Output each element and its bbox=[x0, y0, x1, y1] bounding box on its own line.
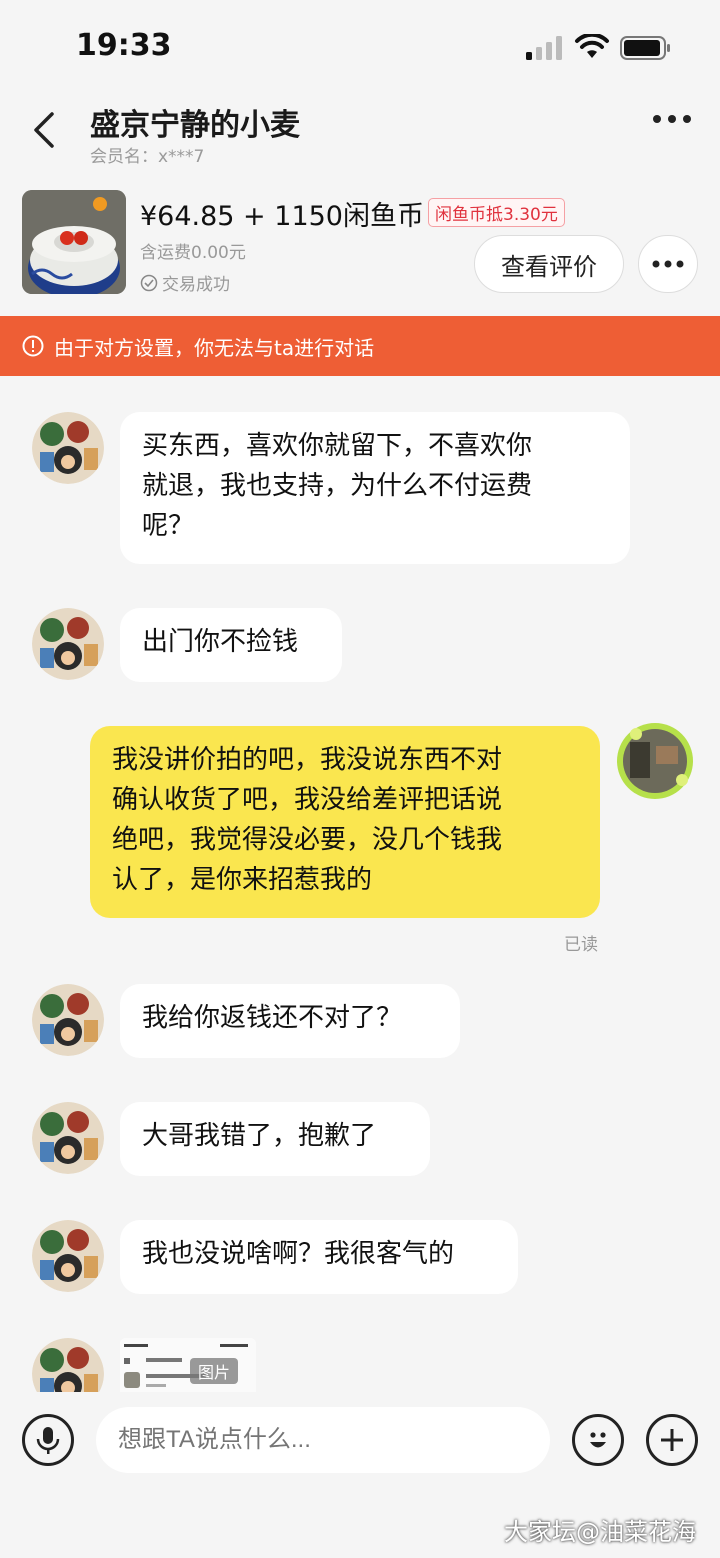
restriction-notice: 由于对方设置，你无法与ta进行对话 bbox=[0, 316, 720, 376]
message-text: 买东西，喜欢你就留下，不喜欢你 就退，我也支持，为什么不付运费 呢？ bbox=[142, 431, 533, 541]
member-id: 会员名：x***7 bbox=[90, 147, 205, 167]
message-text: 出门你不捡钱 bbox=[142, 627, 299, 657]
emoji-button[interactable] bbox=[572, 1414, 624, 1466]
message-bubble[interactable]: 我也没说啥啊？我很客气的 bbox=[120, 1220, 518, 1294]
status-time: 19:33 bbox=[76, 28, 172, 63]
wifi-icon bbox=[575, 34, 609, 58]
product-card[interactable]: ¥64.85 + 1150闲鱼币 闲鱼币抵3.30元 含运费0.00元 交易成功… bbox=[0, 180, 720, 316]
product-more-button[interactable] bbox=[638, 235, 698, 293]
image-message[interactable]: 图片 bbox=[120, 1338, 256, 1392]
message-bubble[interactable]: 大哥我错了，抱歉了 bbox=[120, 1102, 430, 1176]
contact-avatar[interactable] bbox=[32, 1338, 104, 1392]
message-text: 大哥我错了，抱歉了 bbox=[142, 1121, 377, 1151]
status-bar: 19:33 bbox=[0, 0, 720, 90]
more-dots-icon bbox=[652, 260, 684, 268]
message-text: 我也没说啥啊？我很客气的 bbox=[142, 1239, 455, 1269]
battery-icon bbox=[620, 36, 670, 60]
voice-button[interactable] bbox=[22, 1414, 74, 1466]
input-bar bbox=[0, 1392, 720, 1488]
check-circle-icon bbox=[140, 274, 158, 291]
add-button[interactable] bbox=[646, 1414, 698, 1466]
chat-header: 盛京宁静的小麦 会员名：x***7 bbox=[0, 90, 720, 180]
contact-avatar[interactable] bbox=[32, 412, 104, 484]
message-input[interactable] bbox=[96, 1407, 550, 1473]
smiley-icon bbox=[590, 1432, 606, 1448]
contact-avatar[interactable] bbox=[32, 608, 104, 680]
product-price: ¥64.85 + 1150闲鱼币 bbox=[140, 201, 424, 232]
message-text: 我没讲价拍的吧，我没说东西不对 确认收货了吧，我没给差评把话说 绝吧，我觉得没必… bbox=[112, 745, 503, 895]
message-bubble[interactable]: 买东西，喜欢你就留下，不喜欢你 就退，我也支持，为什么不付运费 呢？ bbox=[120, 412, 630, 564]
alert-circle-icon bbox=[22, 335, 44, 357]
plus-icon bbox=[661, 1429, 683, 1451]
product-thumbnail[interactable] bbox=[22, 190, 126, 294]
signal-icon bbox=[526, 36, 562, 60]
more-menu-icon[interactable] bbox=[652, 114, 692, 124]
microphone-icon bbox=[36, 1427, 60, 1454]
contact-avatar[interactable] bbox=[32, 1220, 104, 1292]
shipping-fee: 含运费0.00元 bbox=[140, 243, 246, 263]
chat-list[interactable]: 买东西，喜欢你就留下，不喜欢你 就退，我也支持，为什么不付运费 呢？ 出门你不捡… bbox=[0, 376, 720, 1392]
view-review-button[interactable]: 查看评价 bbox=[474, 235, 624, 293]
my-avatar[interactable] bbox=[616, 722, 694, 800]
contact-name: 盛京宁静的小麦 bbox=[90, 108, 300, 143]
message-bubble[interactable]: 出门你不捡钱 bbox=[120, 608, 342, 682]
read-receipt: 已读 bbox=[564, 935, 598, 955]
image-label: 图片 bbox=[190, 1358, 239, 1384]
message-text: 我给你返钱还不对了？ bbox=[142, 1003, 403, 1033]
contact-avatar[interactable] bbox=[32, 984, 104, 1056]
back-arrow-icon[interactable] bbox=[30, 110, 60, 150]
message-bubble-outgoing[interactable]: 我没讲价拍的吧，我没说东西不对 确认收货了吧，我没给差评把话说 绝吧，我觉得没必… bbox=[90, 726, 600, 918]
message-bubble[interactable]: 我给你返钱还不对了？ bbox=[120, 984, 460, 1058]
notice-text: 由于对方设置，你无法与ta进行对话 bbox=[54, 335, 375, 360]
contact-avatar[interactable] bbox=[32, 1102, 104, 1174]
watermark: 大家坛@油菜花海 bbox=[504, 1518, 696, 1546]
deal-status-label: 交易成功 bbox=[162, 275, 230, 295]
coin-discount-badge: 闲鱼币抵3.30元 bbox=[428, 198, 565, 227]
deal-status: 交易成功 bbox=[140, 270, 230, 295]
